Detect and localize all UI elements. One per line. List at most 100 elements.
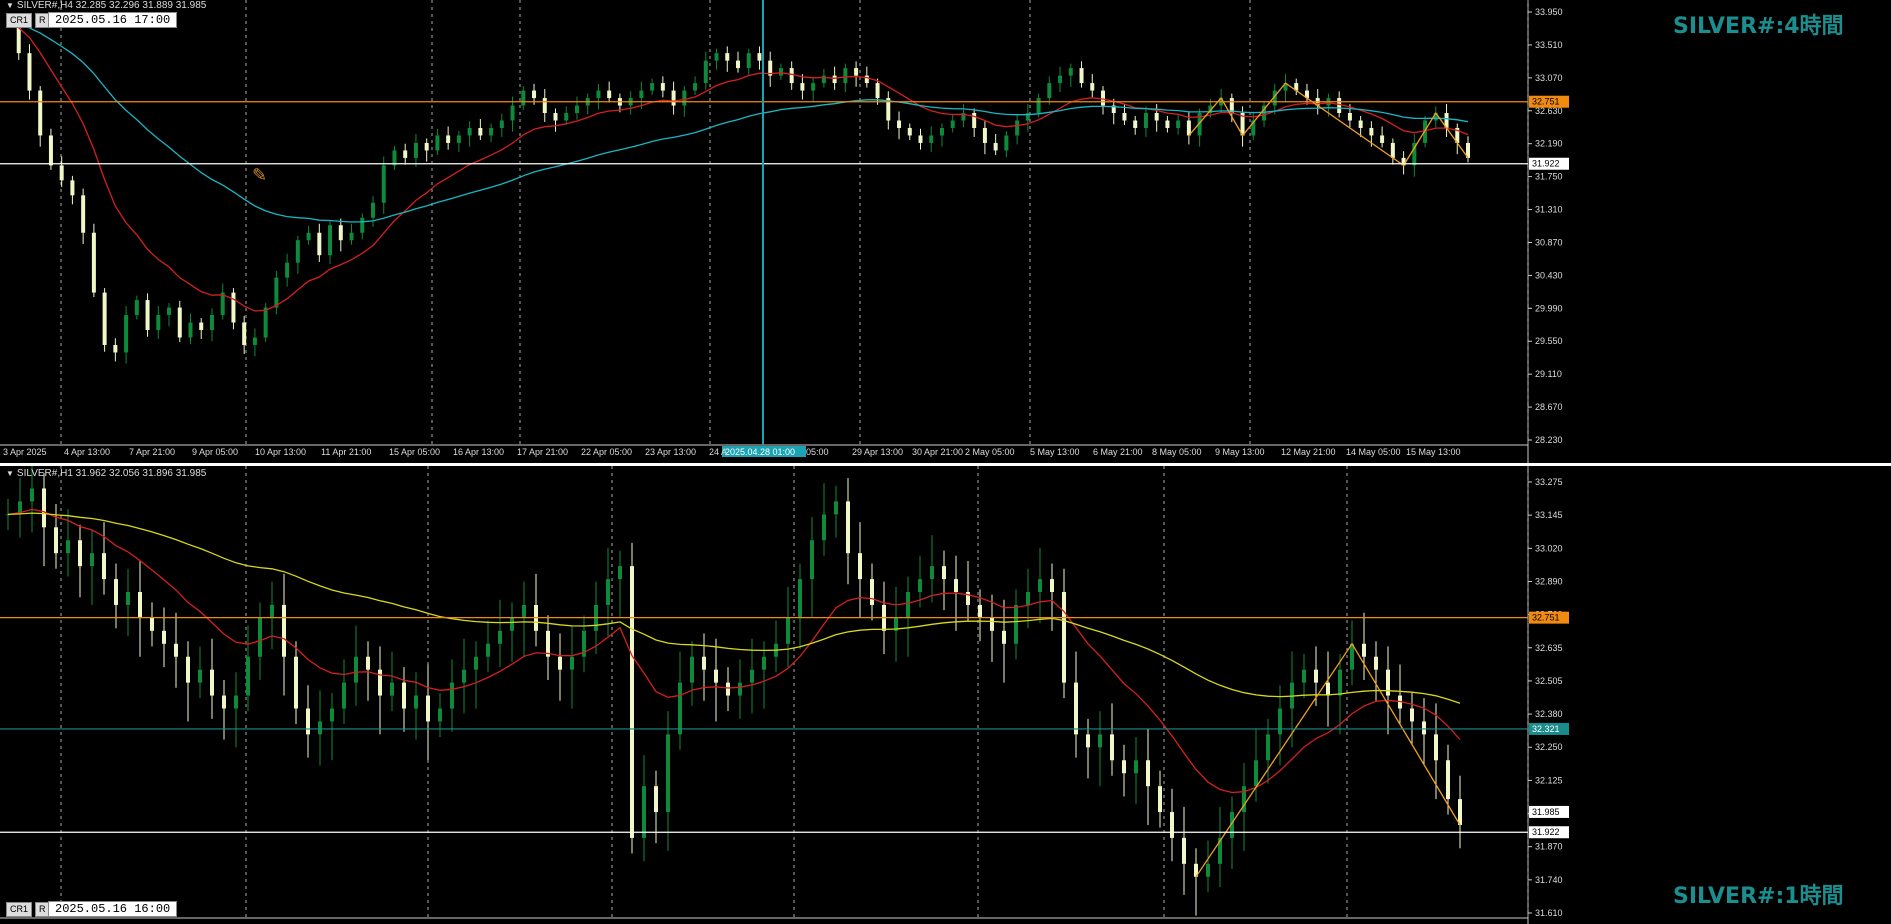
candle-body xyxy=(318,721,322,735)
candle-body xyxy=(1206,863,1210,877)
h4-chart-canvas[interactable]: 33.95033.51033.07032.63032.19031.75031.3… xyxy=(0,0,1891,463)
candle-body xyxy=(542,98,547,114)
candle-body xyxy=(381,165,386,203)
price-tick-label: 33.070 xyxy=(1535,73,1563,83)
time-tick-label: 16 Apr 13:00 xyxy=(453,447,504,457)
candle-body xyxy=(762,656,766,670)
h1-datetime-field[interactable]: 2025.05.16 16:00 xyxy=(48,901,178,917)
h1-header: ▼ SILVER#,H1 31.962 32.056 31.896 31.985 xyxy=(6,468,207,479)
price-tick-label: 33.510 xyxy=(1535,40,1563,50)
candle-body xyxy=(390,682,394,696)
candle-body xyxy=(70,180,75,196)
candle-body xyxy=(258,617,262,657)
candle-body xyxy=(1122,113,1127,121)
candle-body xyxy=(1326,682,1330,696)
price-tick-label: 32.505 xyxy=(1535,676,1563,686)
candle-body xyxy=(510,105,515,121)
candle-body xyxy=(832,75,837,84)
h4-cr-button[interactable]: CR1 xyxy=(6,13,33,28)
h1-header-text: SILVER#,H1 31.962 32.056 31.896 31.985 xyxy=(16,468,207,479)
candle-body xyxy=(177,307,182,338)
candle-body xyxy=(1050,579,1054,593)
price-tick-label: 33.950 xyxy=(1535,7,1563,17)
candle-body xyxy=(1133,120,1138,128)
candle-body xyxy=(1165,120,1170,128)
candle-body xyxy=(1154,113,1159,121)
price-tick-label: 32.125 xyxy=(1535,775,1563,785)
h1-chart-canvas[interactable]: 33.27533.14533.02032.89032.76032.63532.5… xyxy=(0,466,1891,924)
candle-body xyxy=(1062,592,1066,683)
time-tick-label: 2 May 05:00 xyxy=(965,447,1015,457)
candle-body xyxy=(1036,98,1041,114)
candle-body xyxy=(499,120,504,128)
candle-body xyxy=(198,669,202,683)
candle-body xyxy=(462,669,466,683)
price-tick-label: 29.110 xyxy=(1535,369,1562,379)
candle-body xyxy=(30,488,34,502)
h4-datetime-field[interactable]: 2025.05.16 17:00 xyxy=(48,12,178,28)
candle-body xyxy=(222,695,226,709)
candle-body xyxy=(1015,120,1020,136)
candle-body xyxy=(778,68,783,76)
candle-body xyxy=(66,540,70,554)
candle-body xyxy=(642,786,646,838)
candle-body xyxy=(510,617,514,631)
time-tick-label: 17 Apr 21:00 xyxy=(517,447,568,457)
time-tick-label: 7 Apr 21:00 xyxy=(129,447,175,457)
candle-body xyxy=(834,501,838,515)
candle-body xyxy=(558,656,562,670)
candle-body xyxy=(1182,837,1186,864)
h1-level-teal-label: 32.321 xyxy=(1532,724,1560,734)
candle-body xyxy=(489,127,494,136)
candle-body xyxy=(990,617,994,631)
candle-body xyxy=(435,135,440,151)
h1-cr-button[interactable]: CR1 xyxy=(6,902,33,917)
candle-body xyxy=(1090,83,1095,91)
candle-body xyxy=(246,656,250,696)
time-tick-label: 14 May 05:00 xyxy=(1346,447,1401,457)
h1-level-white-label: 31.922 xyxy=(1532,827,1560,837)
candle-body xyxy=(854,68,859,76)
candle-body xyxy=(1014,604,1018,644)
candle-body xyxy=(294,656,298,709)
candle-body xyxy=(702,656,706,670)
time-tick-label: 9 Apr 05:00 xyxy=(192,447,238,457)
candle-body xyxy=(1146,760,1150,787)
candle-body xyxy=(821,75,826,84)
candle-body xyxy=(532,90,537,99)
candle-body xyxy=(150,617,154,631)
h4-symbol-label: SILVER#:4時間 xyxy=(1673,14,1844,39)
h4-level-orange-label: 32.751 xyxy=(1532,97,1560,107)
h1-chart-panel[interactable]: 33.27533.14533.02032.89032.76032.63532.5… xyxy=(0,466,1891,924)
candle-body xyxy=(126,592,130,605)
candle-body xyxy=(1086,734,1090,748)
candle-body xyxy=(972,113,977,128)
candle-body xyxy=(1410,708,1414,722)
candle-body xyxy=(270,604,274,618)
candle-body xyxy=(81,195,86,233)
candle-body xyxy=(413,142,418,158)
candle-body xyxy=(954,579,958,593)
candle-body xyxy=(1110,734,1114,761)
candle-body xyxy=(630,566,634,838)
candle-body xyxy=(929,135,934,143)
candle-body xyxy=(570,656,574,670)
candle-body xyxy=(1098,734,1102,748)
candle-body xyxy=(424,142,429,151)
candle-body xyxy=(342,682,346,709)
time-tick-label: 10 Apr 13:00 xyxy=(255,447,306,457)
candle-body xyxy=(682,90,687,106)
ma-slow-line xyxy=(7,512,1461,704)
candle-body xyxy=(1347,113,1352,121)
candle-body xyxy=(330,708,334,722)
candle-body xyxy=(875,83,880,99)
price-tick-label: 31.750 xyxy=(1535,172,1563,182)
candle-body xyxy=(660,83,665,91)
candle-body xyxy=(426,695,430,722)
candle-body xyxy=(167,307,172,316)
candle-body xyxy=(162,630,166,644)
h4-chart-panel[interactable]: 33.950 33.510 33.070 32.630 32.190 31.750 31.3… xyxy=(0,0,1891,463)
time-tick-label: 24 A xyxy=(709,447,727,457)
candle-body xyxy=(1068,68,1073,76)
candle-body xyxy=(145,300,150,331)
